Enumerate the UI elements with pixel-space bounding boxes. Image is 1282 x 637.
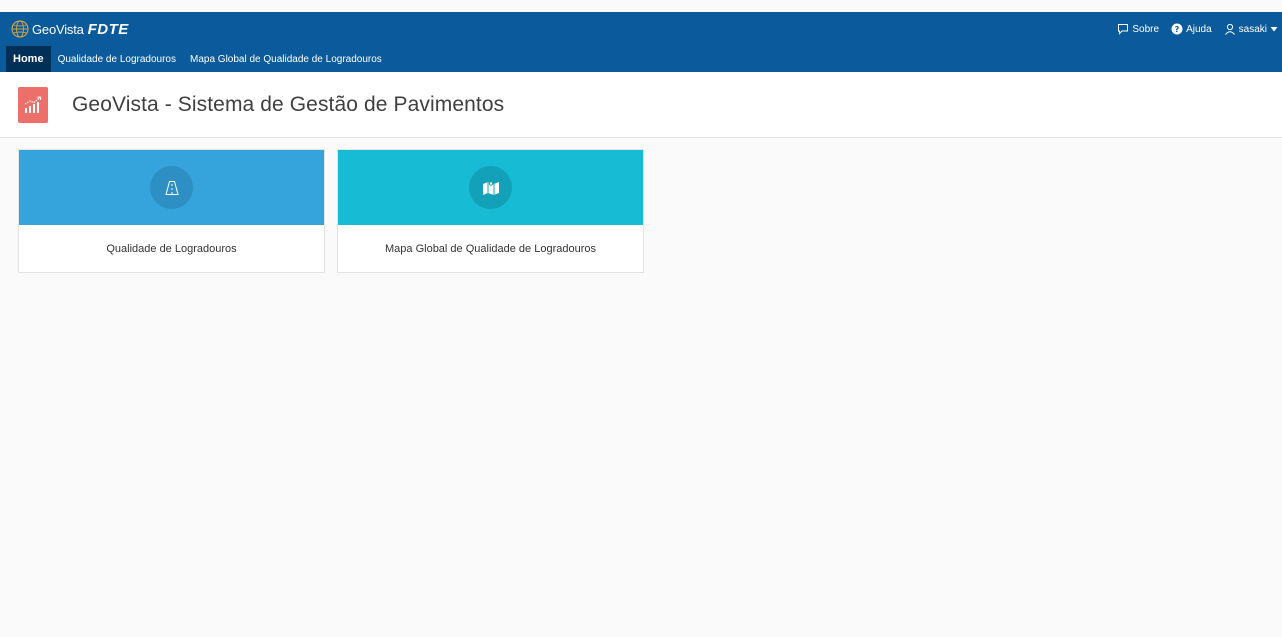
- ajuda-label: Ajuda: [1186, 23, 1212, 35]
- chart-growth-icon: [18, 86, 48, 123]
- sobre-label: Sobre: [1132, 23, 1160, 35]
- caret-down-icon: [1270, 25, 1278, 33]
- page-title: GeoVista - Sistema de Gestão de Paviment…: [72, 92, 505, 116]
- ajuda-link[interactable]: ? Ajuda: [1171, 23, 1212, 35]
- user-menu[interactable]: sasaki: [1224, 23, 1278, 35]
- card-banner: [19, 150, 324, 225]
- brand-sub: FDTE: [87, 20, 129, 38]
- top-right-links: Sobre ? Ajuda sasaki: [1117, 23, 1278, 35]
- user-icon: [1224, 23, 1236, 35]
- menu-item-qualidade-logradouros[interactable]: Qualidade de Logradouros: [51, 46, 183, 72]
- user-label: sasaki: [1238, 23, 1267, 35]
- map-icon: [469, 166, 512, 209]
- top-navigation-bar: GeoVista FDTE Sobre ? Ajuda sasaki Home …: [0, 12, 1282, 72]
- sobre-link[interactable]: Sobre: [1117, 23, 1159, 35]
- page-header: GeoVista - Sistema de Gestão de Paviment…: [0, 72, 1282, 138]
- globe-icon: [10, 19, 30, 39]
- brand-name: GeoVista: [32, 21, 84, 37]
- card-banner: [338, 150, 643, 225]
- road-icon: [150, 166, 193, 209]
- topbar-upper-row: GeoVista FDTE Sobre ? Ajuda sasaki: [0, 12, 1282, 46]
- card-label: Mapa Global de Qualidade de Logradouros: [385, 243, 596, 255]
- menu-item-home[interactable]: Home: [6, 46, 51, 72]
- brand-logo[interactable]: GeoVista FDTE: [10, 19, 129, 39]
- help-icon: ?: [1171, 23, 1183, 35]
- main-menu: Home Qualidade de Logradouros Mapa Globa…: [0, 46, 1282, 72]
- chat-bubble-icon: [1117, 23, 1129, 35]
- card-qualidade-logradouros[interactable]: Qualidade de Logradouros: [18, 149, 325, 273]
- card-label: Qualidade de Logradouros: [106, 243, 237, 255]
- card-mapa-global[interactable]: Mapa Global de Qualidade de Logradouros: [337, 149, 644, 273]
- svg-text:?: ?: [1175, 25, 1180, 34]
- menu-item-mapa-global[interactable]: Mapa Global de Qualidade de Logradouros: [183, 46, 389, 72]
